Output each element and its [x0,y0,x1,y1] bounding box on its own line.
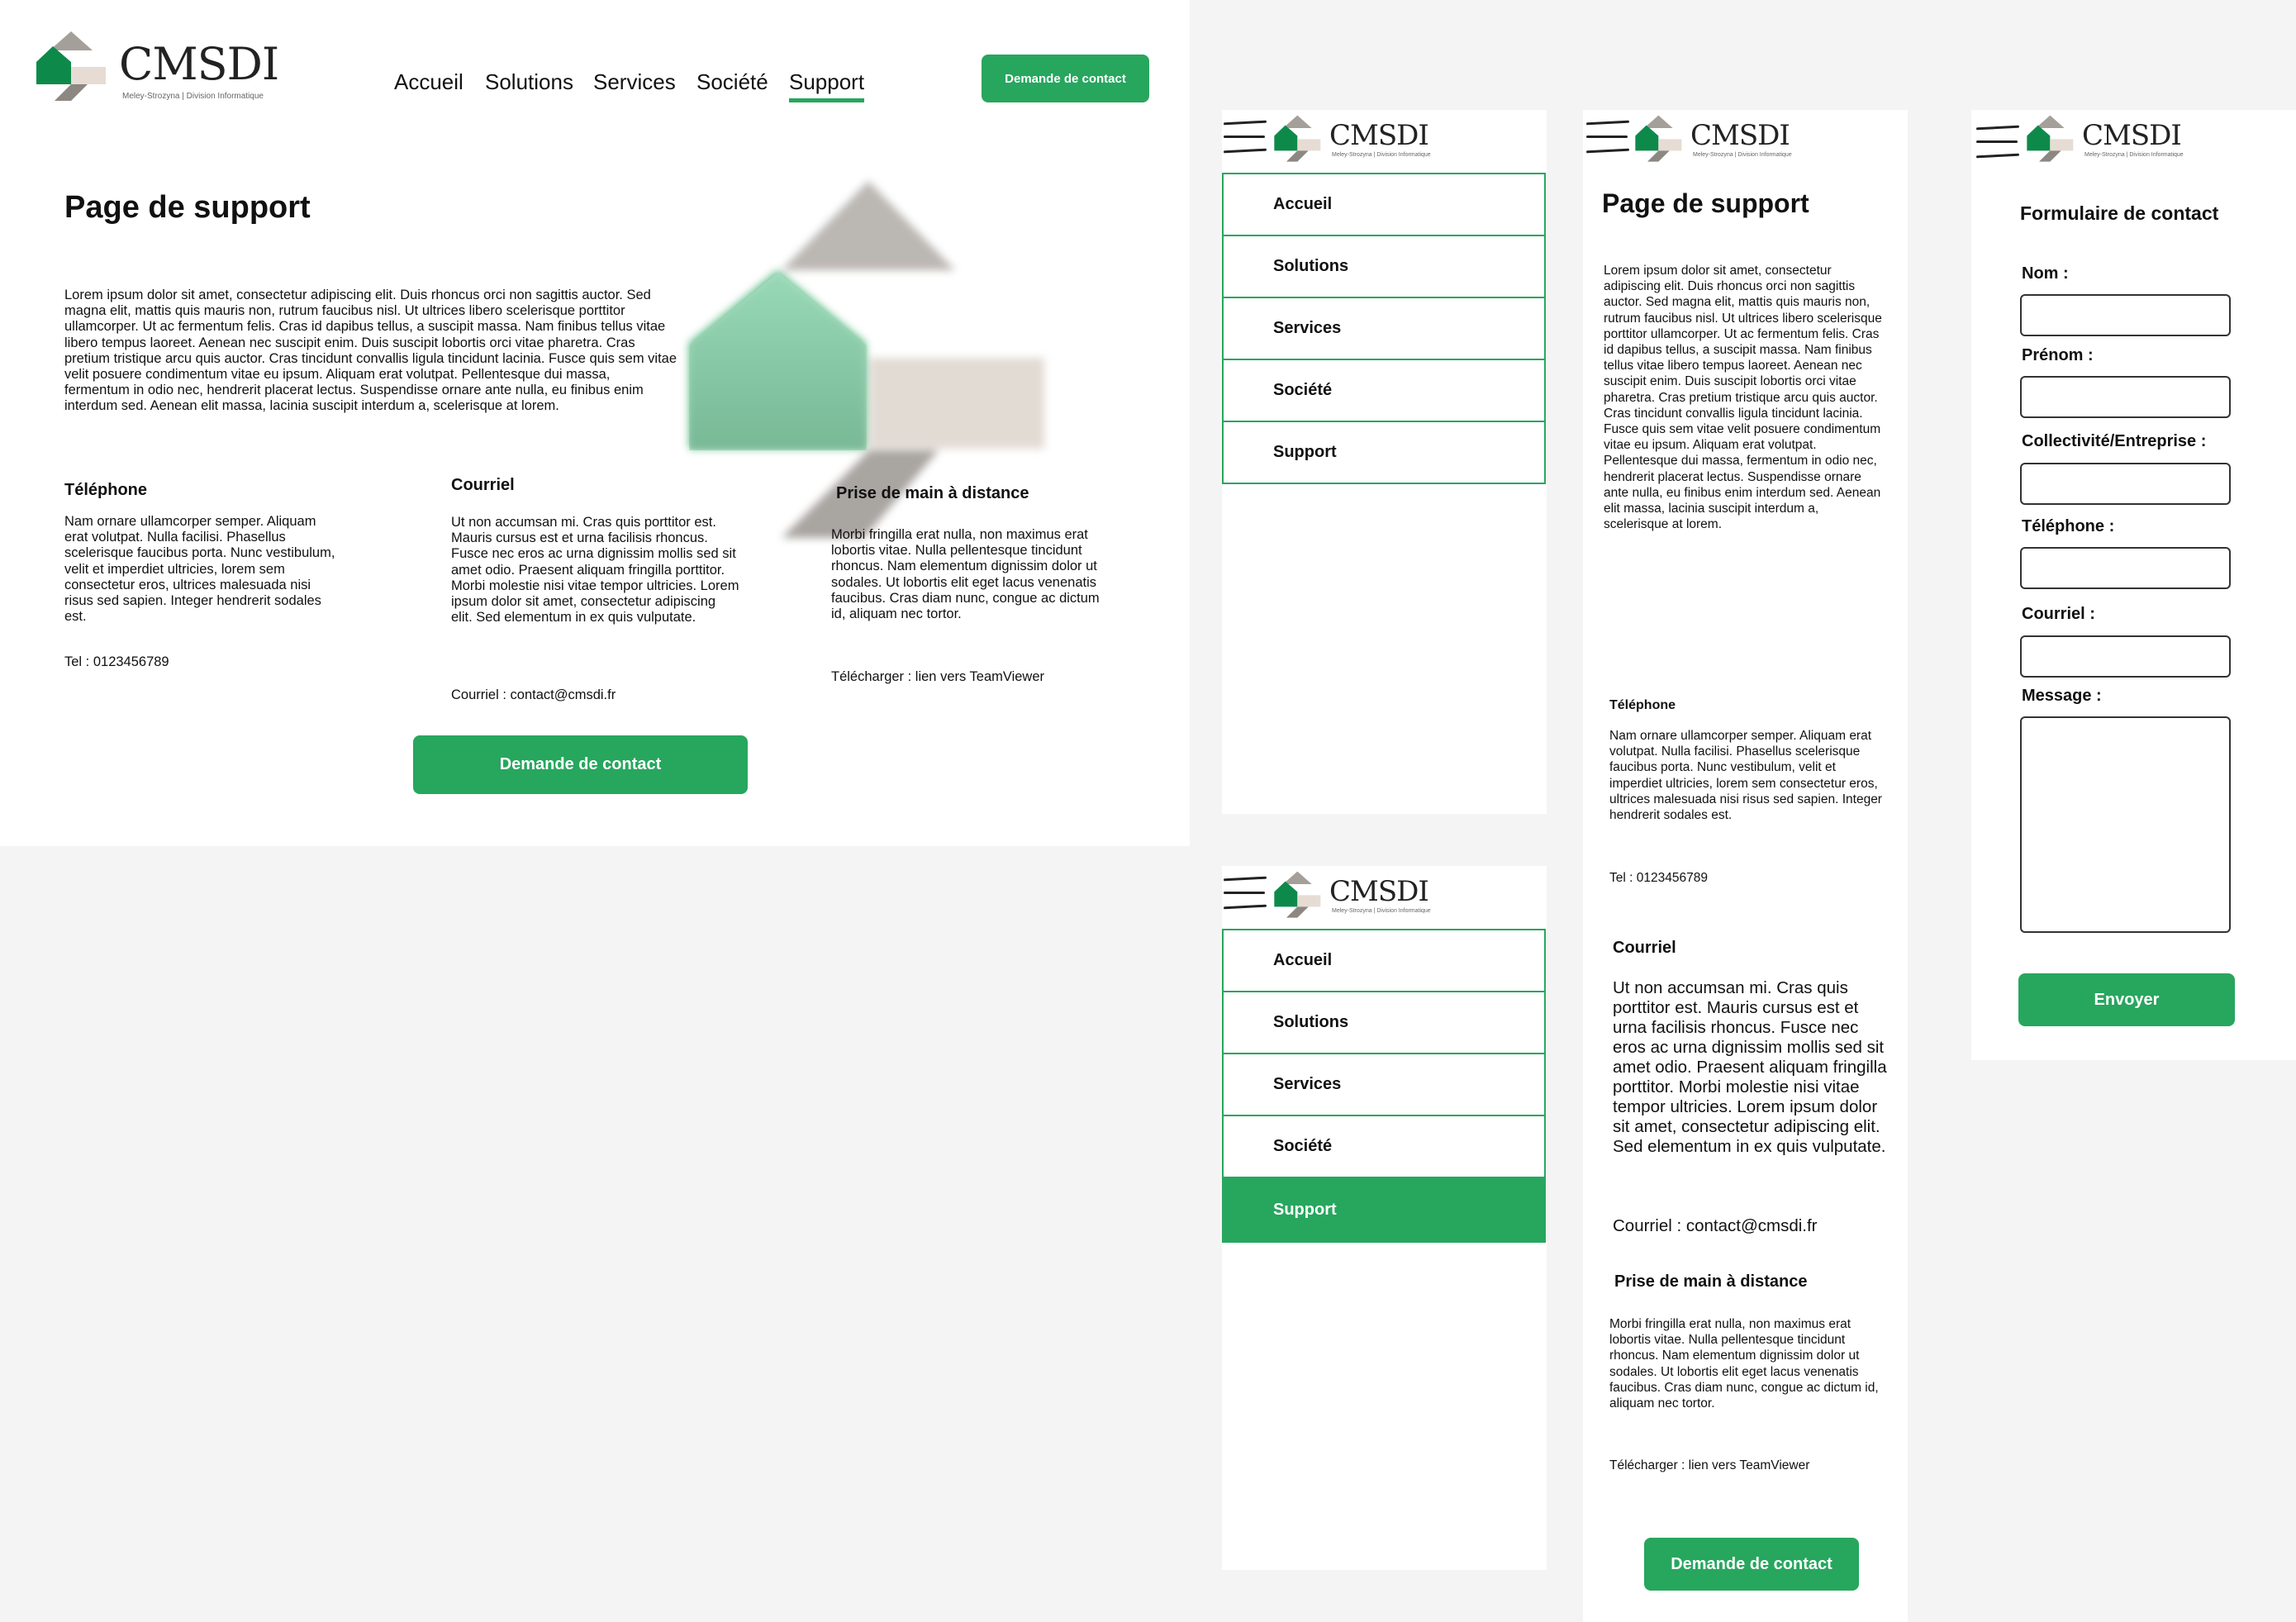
mobile-nav-solutions[interactable]: Solutions [1222,991,1546,1054]
nom-label: Nom : [2022,264,2069,283]
mobile-nav-accueil[interactable]: Accueil [1222,173,1546,236]
nav-support[interactable]: Support [789,69,865,102]
telephone-label: Téléphone : [2022,517,2115,535]
brand-logo[interactable]: CMSDI Meley-Strozyna | Division Informat… [1634,115,1799,166]
teamviewer-link[interactable]: Télécharger : lien vers TeamViewer [1609,1458,1890,1473]
brand-logo-icon [1635,115,1682,162]
brand-name: CMSDI [119,38,279,90]
mobile-nav-accueil[interactable]: Accueil [1222,929,1546,992]
desktop-support-frame: CMSDI Meley-Strozyna | Division Informat… [0,0,1190,846]
mobile-nav-support[interactable]: Support [1222,1177,1546,1243]
email-section-body: Ut non accumsan mi. Cras quis porttitor … [451,515,739,625]
brand-logo[interactable]: CMSDI Meley-Strozyna | Division Informat… [1273,871,1438,922]
email-section-title: Courriel [1613,939,1676,957]
remote-section-body: Morbi fringilla erat nulla, non maximus … [831,527,1100,622]
phone-number: Tel : 0123456789 [64,654,169,669]
brand-logo[interactable]: CMSDI Meley-Strozyna | Division Informat… [35,31,283,106]
mobile-nav-societe[interactable]: Société [1222,359,1546,422]
mobile-nav-societe[interactable]: Société [1222,1115,1546,1178]
brand-name: CMSDI [1329,119,1429,152]
brand-tagline: Meley-Strozyna | Division Informatique [1332,152,1431,158]
brand-name: CMSDI [2082,119,2182,152]
hamburger-menu-icon[interactable] [1222,876,1267,911]
submit-button[interactable]: Envoyer [2018,973,2235,1026]
mobile-form-frame: CMSDI Meley-Strozyna | Division Informat… [1971,110,2296,1060]
prenom-input[interactable] [2020,376,2231,418]
intro-paragraph: Lorem ipsum dolor sit amet, consectetur … [1604,264,1882,532]
phone-section-body: Nam ornare ullamcorper semper. Aliquam e… [64,514,335,625]
brand-tagline: Meley-Strozyna | Division Informatique [2084,152,2184,158]
nav-societe[interactable]: Société [696,69,768,95]
entreprise-label: Collectivité/Entreprise : [2022,432,2207,450]
phone-section-body: Nam ornare ullamcorper semper. Aliquam e… [1609,729,1882,823]
message-textarea[interactable] [2020,716,2231,933]
nav-solutions[interactable]: Solutions [485,69,573,95]
brand-logo-icon [2027,115,2074,162]
brand-logo-icon [36,31,106,101]
remote-section-title: Prise de main à distance [836,484,1029,502]
hamburger-menu-icon[interactable] [1585,120,1631,155]
courriel-label: Courriel : [2022,605,2095,623]
intro-paragraph: Lorem ipsum dolor sit amet, consectetur … [64,288,677,414]
mobile-nav-solutions[interactable]: Solutions [1222,235,1546,298]
nom-input[interactable] [2020,294,2231,336]
email-section-body: Ut non accumsan mi. Cras quis porttitor … [1613,978,1887,1156]
nav-accueil[interactable]: Accueil [394,69,463,95]
brand-tagline: Meley-Strozyna | Division Informatique [1332,908,1431,914]
mobile-nav-support[interactable]: Support [1222,421,1546,484]
mobile-support-frame: CMSDI Meley-Strozyna | Division Informat… [1583,110,1908,1622]
email-address: Courriel : contact@cmsdi.fr [451,687,616,702]
phone-number: Tel : 0123456789 [1609,871,1708,885]
email-section-title: Courriel [451,476,515,494]
brand-name: CMSDI [1690,119,1790,152]
page-title: Page de support [64,190,311,225]
hamburger-menu-icon[interactable] [1975,125,2021,159]
brand-tagline: Meley-Strozyna | Division Informatique [1693,152,1792,158]
mobile-nav: Accueil Solutions Services Société Suppo… [1222,173,1546,484]
mobile-menu-active-frame: CMSDI Meley-Strozyna | Division Informat… [1222,866,1547,1570]
remote-section-body: Morbi fringilla erat nulla, non maximus … [1609,1317,1879,1411]
phone-section-title: Téléphone [64,481,148,499]
phone-section-title: Téléphone [1609,698,1676,712]
brand-logo-icon [1274,871,1321,918]
brand-logo-icon [1274,115,1321,162]
brand-logo[interactable]: CMSDI Meley-Strozyna | Division Informat… [1273,115,1438,166]
brand-logo[interactable]: CMSDI Meley-Strozyna | Division Informat… [2026,115,2191,166]
hamburger-menu-icon[interactable] [1222,120,1267,155]
mobile-menu-frame: CMSDI Meley-Strozyna | Division Informat… [1222,110,1547,814]
mobile-nav-services[interactable]: Services [1222,297,1546,360]
message-label: Message : [2022,687,2102,705]
page-title: Page de support [1602,188,1809,218]
mobile-nav-services[interactable]: Services [1222,1053,1546,1116]
email-address: Courriel : contact@cmsdi.fr [1613,1216,1818,1235]
mobile-nav: Accueil Solutions Services Société Suppo… [1222,929,1546,1243]
header-contact-button[interactable]: Demande de contact [982,55,1149,102]
contact-request-button[interactable]: Demande de contact [1644,1538,1859,1591]
courriel-input[interactable] [2020,635,2231,678]
brand-name: CMSDI [1329,875,1429,908]
remote-section-title: Prise de main à distance [1614,1272,1808,1291]
form-title: Formulaire de contact [2020,202,2219,224]
nav-services[interactable]: Services [593,69,676,95]
telephone-input[interactable] [2020,547,2231,589]
teamviewer-link[interactable]: Télécharger : lien vers TeamViewer [831,669,1110,685]
brand-tagline: Meley-Strozyna | Division Informatique [122,92,264,101]
prenom-label: Prénom : [2022,346,2094,364]
entreprise-input[interactable] [2020,463,2231,505]
contact-request-button[interactable]: Demande de contact [413,735,748,794]
